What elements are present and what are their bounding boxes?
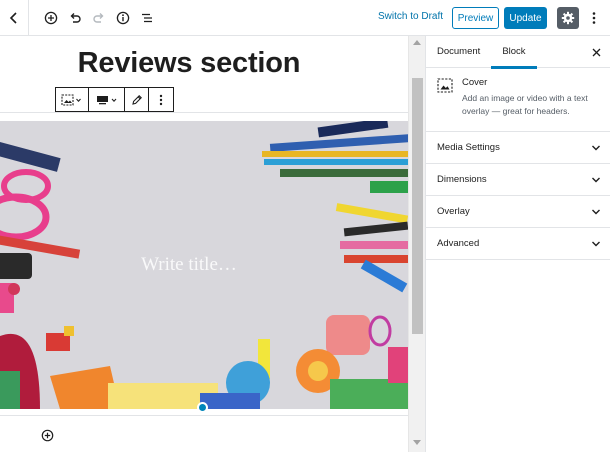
block-card: Cover Add an image or video with a text … bbox=[426, 68, 610, 132]
block-toolbar bbox=[55, 87, 174, 112]
undo-icon bbox=[70, 13, 81, 23]
top-toolbar: Switch to Draft Preview Update bbox=[0, 0, 610, 36]
plus-circle-icon bbox=[41, 429, 54, 442]
add-block-button[interactable] bbox=[42, 9, 60, 27]
panel-title: Media Settings bbox=[437, 142, 500, 153]
page-title[interactable]: Reviews section bbox=[0, 47, 378, 80]
redo-button[interactable] bbox=[90, 9, 108, 27]
block-card-title: Cover bbox=[462, 77, 488, 88]
gear-icon bbox=[561, 11, 575, 25]
block-navigation-button[interactable] bbox=[138, 9, 156, 27]
settings-sidebar: Document Block Cover Add an image or vid… bbox=[425, 36, 610, 452]
close-sidebar-button[interactable] bbox=[590, 46, 602, 58]
info-icon bbox=[116, 11, 130, 25]
content-info-button[interactable] bbox=[114, 9, 132, 27]
cover-block[interactable]: Write title… bbox=[0, 121, 408, 409]
cover-resize-handle[interactable] bbox=[197, 402, 208, 413]
preview-button[interactable]: Preview bbox=[452, 7, 499, 29]
switch-to-draft-link[interactable]: Switch to Draft bbox=[378, 11, 443, 22]
chevron-down-icon bbox=[592, 177, 600, 183]
panel-dimensions[interactable]: Dimensions bbox=[426, 164, 610, 196]
more-vertical-icon bbox=[592, 12, 596, 24]
block-align-button[interactable] bbox=[89, 88, 125, 111]
chevron-left-icon bbox=[9, 11, 17, 24]
more-vertical-icon bbox=[159, 94, 163, 105]
cover-block-icon bbox=[61, 93, 81, 106]
editor-canvas: Reviews section Write title… bbox=[0, 36, 410, 452]
chevron-down-icon bbox=[592, 209, 600, 215]
block-card-description: Add an image or video with a text overla… bbox=[462, 93, 588, 116]
block-more-options-button[interactable] bbox=[149, 88, 173, 111]
redo-icon bbox=[93, 13, 104, 23]
pencil-icon bbox=[131, 94, 142, 105]
block-divider bbox=[0, 415, 408, 416]
undo-button[interactable] bbox=[66, 9, 84, 27]
more-tools-button[interactable] bbox=[587, 9, 601, 27]
sidebar-tabs: Document Block bbox=[426, 36, 610, 69]
tab-block[interactable]: Block bbox=[491, 36, 537, 69]
scroll-up-arrow-icon[interactable] bbox=[413, 40, 421, 45]
cover-title-placeholder[interactable]: Write title… bbox=[0, 254, 378, 276]
close-icon bbox=[592, 48, 600, 56]
plus-circle-icon bbox=[44, 11, 58, 25]
panel-overlay[interactable]: Overlay bbox=[426, 196, 610, 228]
cover-block-icon bbox=[437, 78, 453, 93]
panel-advanced[interactable]: Advanced bbox=[426, 228, 610, 260]
panel-title: Advanced bbox=[437, 238, 480, 249]
scroll-down-arrow-icon[interactable] bbox=[413, 440, 421, 445]
update-button[interactable]: Update bbox=[504, 7, 547, 29]
align-icon bbox=[96, 95, 116, 104]
panel-title: Overlay bbox=[437, 206, 470, 217]
panel-media-settings[interactable]: Media Settings bbox=[426, 132, 610, 164]
scroll-thumb[interactable] bbox=[412, 78, 423, 334]
add-block-inline-button[interactable] bbox=[40, 428, 55, 443]
block-selection-outline bbox=[0, 112, 410, 113]
tab-document[interactable]: Document bbox=[426, 36, 491, 68]
edit-media-button[interactable] bbox=[125, 88, 149, 111]
settings-button[interactable] bbox=[557, 7, 579, 29]
chevron-down-icon bbox=[592, 145, 600, 151]
chevron-down-icon bbox=[592, 241, 600, 247]
panel-title: Dimensions bbox=[437, 174, 487, 185]
editor-scrollbar[interactable] bbox=[408, 36, 425, 452]
back-button[interactable] bbox=[0, 0, 29, 36]
outline-list-icon bbox=[142, 13, 152, 23]
block-type-switcher[interactable] bbox=[56, 88, 89, 111]
